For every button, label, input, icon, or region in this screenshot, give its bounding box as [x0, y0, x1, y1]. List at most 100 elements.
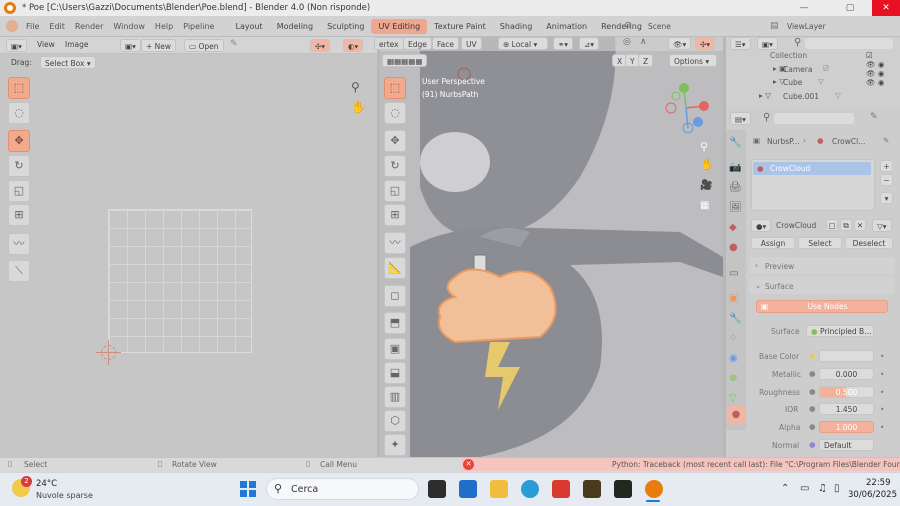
vp-measure-tool[interactable]: 📐 [384, 257, 406, 279]
vp-transform-tool[interactable]: ⊞ [384, 204, 406, 226]
drag-select-box-dropdown[interactable]: Select Box ▾ [40, 56, 96, 69]
menu-view[interactable]: View [37, 40, 55, 49]
outliner-search-icon[interactable]: ⚲ [794, 37, 801, 48]
vp-cursor-tool[interactable]: ◌ [384, 102, 406, 124]
vp-bevel-tool[interactable]: ⬓ [384, 362, 406, 384]
uv-grid[interactable] [108, 209, 252, 353]
network-icon[interactable]: ▭ [800, 483, 809, 494]
deselect-button[interactable]: Deselect [845, 237, 893, 249]
annotate-tool[interactable]: 〰 [8, 233, 30, 255]
pivot-icon[interactable]: ⚭▾ [553, 37, 574, 50]
transform-tool[interactable]: ⊞ [8, 204, 30, 226]
pin-properties-icon[interactable]: ✎ [870, 112, 878, 122]
menu-image[interactable]: Image [65, 40, 89, 49]
visibility-icon[interactable]: 👁▾ [668, 37, 692, 50]
blender-taskbar-icon[interactable] [645, 480, 663, 498]
surface-shader-field[interactable]: ● Principled B... [806, 325, 874, 337]
tab-layout[interactable]: Layout [228, 19, 269, 34]
tab-texture-paint[interactable]: Texture Paint [427, 19, 493, 34]
clock-date[interactable]: 30/06/2025 [848, 490, 897, 500]
material-browse-icon[interactable]: ●▾ [751, 219, 772, 232]
collection-tab-icon[interactable]: ▭ [729, 268, 738, 279]
material-name-field[interactable]: CrowCloud [776, 221, 816, 230]
image-browse-icon[interactable]: ▣▾ [120, 39, 141, 52]
metallic-field[interactable]: 0.000 [819, 368, 874, 380]
options-dropdown[interactable]: Options ▾ [669, 54, 717, 67]
error-message[interactable]: Python: Traceback (most recent call last… [612, 460, 900, 469]
editor-type-icon[interactable]: ▣▾ [6, 39, 27, 52]
ortho-grid-icon[interactable]: ▦ [700, 200, 709, 211]
battery-icon[interactable]: ▯ [834, 483, 840, 494]
slot-menu-button[interactable]: ▾ [880, 192, 893, 204]
menu-edit[interactable]: Edit [49, 22, 65, 31]
scene-icon[interactable]: ⚙ [624, 21, 632, 31]
scene-tab-icon[interactable]: ◆ [729, 222, 737, 233]
unlink-material-icon[interactable]: ✕ [854, 219, 866, 231]
particles-tab-icon[interactable]: ⁘ [729, 333, 737, 344]
ior-field[interactable]: 1.450 [819, 403, 874, 415]
physics-tab-icon[interactable]: ◉ [729, 353, 738, 364]
camera-view-icon[interactable]: 🎥 [700, 180, 712, 191]
navigation-gizmo[interactable] [656, 78, 716, 136]
weather-temp[interactable]: 24°C [36, 479, 57, 489]
vp-inset-tool[interactable]: ▣ [384, 338, 406, 360]
tab-shading[interactable]: Shading [493, 19, 540, 34]
menu-file[interactable]: File [26, 22, 39, 31]
app-icon-terminal[interactable] [614, 480, 632, 498]
link-dropdown[interactable]: ▽▾ [872, 219, 892, 232]
orientation-dropdown[interactable]: ⊕ Local ▾ [498, 37, 548, 50]
view-layer-icon[interactable]: ▤ [770, 21, 779, 31]
vp-rotate-tool[interactable]: ↻ [384, 155, 406, 177]
outliner-display-icon[interactable]: ▣▾ [757, 37, 778, 50]
clock-time[interactable]: 22:59 [866, 478, 891, 488]
vp-select-box-tool[interactable]: ⬚ [384, 77, 406, 99]
windows-start-icon[interactable] [240, 481, 256, 497]
data-tab-icon[interactable]: ▽ [729, 393, 737, 404]
weather-desc[interactable]: Nuvole sparse [36, 491, 93, 500]
constraints-tab-icon[interactable]: ⊗ [729, 373, 737, 384]
output-tab-icon[interactable]: 🖨 [729, 182, 742, 193]
add-slot-button[interactable]: + [880, 160, 893, 172]
alpha-slider[interactable]: 1.000 [819, 421, 874, 433]
proportional-icon[interactable]: ◎ [623, 37, 631, 47]
uv-menu-button[interactable]: UV [461, 37, 482, 50]
outliner-item-collection[interactable]: Collection [770, 51, 807, 60]
sticky-select-icon[interactable]: ◐▾ [343, 39, 364, 52]
scene-name[interactable]: Scene [648, 22, 671, 31]
modifier-tab-icon[interactable]: 🔧 [729, 313, 741, 324]
fake-user-icon[interactable]: ▢ [826, 219, 838, 231]
vp-move-tool[interactable]: ✥ [384, 130, 406, 152]
select-mode-icons[interactable]: ▦▦▦▦▦ [382, 54, 428, 67]
duplicate-material-icon[interactable]: ⧉ [840, 219, 852, 231]
vp-zoom-icon[interactable]: ⚲ [700, 140, 708, 153]
roughness-slider[interactable]: 0.500 [819, 386, 874, 398]
menu-pipeline[interactable]: Pipeline [183, 22, 214, 31]
base-color-swatch[interactable] [819, 350, 874, 362]
uv-sync-icon[interactable]: ✣▾ [310, 39, 331, 52]
properties-search-icon[interactable]: ⚲ [763, 112, 770, 123]
task-view-icon[interactable] [428, 480, 446, 498]
outliner-item-cube[interactable]: Cube [783, 78, 802, 87]
vp-knife-tool[interactable]: ⬡ [384, 410, 406, 432]
tab-sculpting[interactable]: Sculpting [320, 19, 371, 34]
pin-icon[interactable]: ✎ [230, 39, 238, 49]
minimize-button[interactable]: — [790, 0, 818, 16]
alpha-anim-dot[interactable]: • [880, 423, 884, 432]
file-explorer-icon[interactable] [490, 480, 508, 498]
blender-menu-icon[interactable] [6, 20, 18, 32]
use-nodes-button[interactable]: ▣ Use Nodes [756, 300, 888, 313]
tab-uv-editing[interactable]: UV Editing [371, 18, 428, 34]
grab-tool[interactable]: ⟍ [8, 260, 30, 282]
outliner-search-input[interactable] [805, 38, 893, 49]
vertex-mode-button[interactable]: ertex [374, 37, 404, 50]
menu-window[interactable]: Window [113, 22, 145, 31]
snap-icon[interactable]: ⊿▾ [579, 37, 600, 50]
app-icon-red[interactable] [552, 480, 570, 498]
pan-hand-icon[interactable]: ✋ [351, 100, 366, 114]
select-circle-tool[interactable]: ◌ [8, 102, 30, 124]
menu-render[interactable]: Render [75, 22, 103, 31]
menu-help[interactable]: Help [155, 22, 173, 31]
outliner-editor-icon[interactable]: ☰▾ [730, 37, 751, 50]
zoom-icon[interactable]: ⚲ [351, 80, 360, 94]
world-tab-icon[interactable]: ● [729, 242, 738, 253]
